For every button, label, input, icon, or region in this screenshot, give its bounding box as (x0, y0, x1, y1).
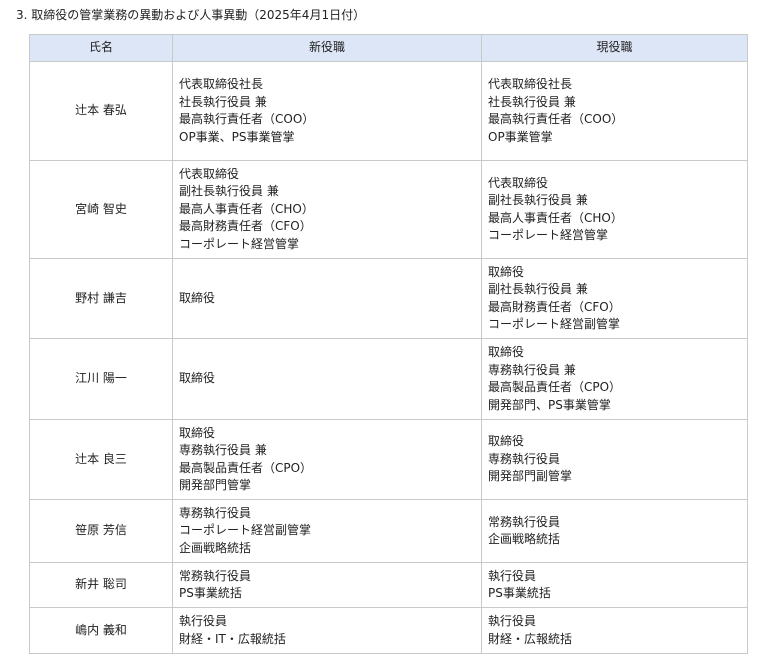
header-new-position: 新役職 (172, 34, 482, 62)
table-row: 辻本 春弘 代表取締役社長 社長執行役員 兼最高執行責任者（COO） OP事業、PS事… (29, 61, 748, 161)
position-line: 企画戦略統括 (488, 532, 561, 546)
position-line: 常務執行役員 (179, 568, 252, 583)
position-line: 取締役 (488, 434, 525, 449)
position-line: コーポレート経営管掌 (488, 228, 609, 242)
position-line: コーポレート経営管掌 (179, 236, 300, 251)
position-line: 代表取締役社長 (179, 77, 264, 91)
new-position-cell: 常務執行役員 PS事業統括 (172, 562, 482, 608)
table-row: 笹原 芳信 専務執行役員 コーポレート経営副管掌 企画戦略統括 常務執行役員 企画戦略統括 (29, 499, 748, 563)
position-line: 代表取締役 (179, 166, 240, 181)
position-line: 開発部門管掌 (179, 478, 252, 492)
position-line: 取締役 (488, 264, 525, 279)
person-name: 宮崎 智史 (29, 160, 173, 259)
table-row: 宮崎 智史 代表取締役 副社長執行役員 兼最高人事責任者（CHO） 最高財務責任者（C… (29, 160, 748, 259)
current-position-cell: 代表取締役社長 社長執行役員 兼最高執行責任者（COO） OP事業管掌 (481, 61, 748, 161)
position-line: 社長執行役員 兼 (179, 94, 267, 109)
person-name: 新井 聡司 (29, 562, 173, 608)
position-line: PS事業統括 (179, 586, 242, 600)
position-line: 企画戦略統括 (179, 540, 252, 555)
table-row: 新井 聡司 常務執行役員 PS事業統括 執行役員 PS事業統括 (29, 562, 748, 608)
position-line: コーポレート経営副管掌 (179, 523, 312, 538)
table-row: 嶋内 義和 執行役員 財経・IT・広報統括 執行役員 財経・広報統括 (29, 607, 748, 654)
current-position-cell: 代表取締役副社長執行役員 兼最高人事責任者（CHO） コーポレート経営管掌 (481, 160, 748, 259)
position-line: 取締役 (488, 345, 525, 359)
header-current-position: 現役職 (481, 34, 748, 62)
position-line: 最高製品責任者（CPO） (488, 380, 622, 394)
position-line: 最高財務責任者（CFO） (488, 299, 621, 314)
current-position-cell: 取締役副社長執行役員 兼最高財務責任者（CFO） コーポレート経営副管掌 (481, 258, 748, 339)
position-line: 執行役員 (488, 568, 537, 583)
position-line: 副社長執行役員 兼 (488, 282, 588, 296)
position-line: OP事業管掌 (488, 129, 553, 144)
position-line: 最高執行責任者（COO） (179, 112, 315, 126)
new-position-cell: 取締役 (172, 258, 482, 339)
position-line: コーポレート経営副管掌 (488, 317, 621, 331)
current-position-cell: 取締役専務執行役員 開発部門副管掌 (481, 419, 748, 500)
person-name: 辻本 良三 (29, 419, 173, 500)
person-name: 野村 謙吉 (29, 258, 173, 339)
position-line: 執行役員 (488, 614, 537, 628)
person-name: 辻本 春弘 (29, 61, 173, 161)
current-position-cell: 執行役員 PS事業統括 (481, 562, 748, 608)
current-position-cell: 執行役員財経・広報統括 (481, 607, 748, 654)
header-name: 氏名 (29, 34, 173, 62)
new-position-cell: 代表取締役社長 社長執行役員 兼最高執行責任者（COO） OP事業、PS事業管掌 (172, 61, 482, 161)
position-line: 取締役 (179, 290, 216, 305)
position-line: OP事業、PS事業管掌 (179, 129, 295, 144)
position-line: 執行役員 (179, 614, 228, 628)
position-line: 専務執行役員 (488, 451, 561, 466)
table-row: 江川 陽一 取締役 取締役 専務執行役員 兼最高製品責任者（CPO） 開発部門、PS事業… (29, 338, 748, 420)
new-position-cell: 専務執行役員コーポレート経営副管掌 企画戦略統括 (172, 499, 482, 563)
current-position-cell: 常務執行役員 企画戦略統括 (481, 499, 748, 563)
position-line: 財経・IT・広報統括 (179, 631, 286, 646)
table-row: 野村 謙吉 取締役 取締役 副社長執行役員 兼最高財務責任者（CFO） コーポレート経営… (29, 258, 748, 339)
position-line: 最高製品責任者（CPO） (179, 460, 313, 475)
position-line: 専務執行役員 兼 (179, 443, 267, 457)
position-line: 専務執行役員 兼 (488, 362, 576, 377)
person-name: 嶋内 義和 (29, 607, 173, 654)
table-header-row: 氏名 新役職 現役職 (29, 34, 748, 62)
position-line: 開発部門、PS事業管掌 (488, 397, 611, 412)
new-position-cell: 取締役専務執行役員 兼最高製品責任者（CPO） 開発部門管掌 (172, 419, 482, 500)
position-line: 専務執行役員 (179, 505, 252, 520)
person-name: 江川 陽一 (29, 338, 173, 420)
new-position-cell: 執行役員財経・IT・広報統括 (172, 607, 482, 654)
section-heading: 3. 取締役の管掌業務の異動および人事異動（2025年4月1日付） (16, 8, 366, 22)
table-row: 辻本 良三 取締役 専務執行役員 兼最高製品責任者（CPO） 開発部門管掌 取締役 専務執… (29, 419, 748, 500)
position-line: 副社長執行役員 兼 (179, 184, 279, 199)
position-line: PS事業統括 (488, 586, 551, 600)
person-name: 笹原 芳信 (29, 499, 173, 563)
position-line: 最高人事責任者（CHO） (179, 201, 314, 216)
position-line: 最高人事責任者（CHO） (488, 210, 623, 225)
current-position-cell: 取締役専務執行役員 兼最高製品責任者（CPO） 開発部門、PS事業管掌 (481, 338, 748, 420)
position-line: 常務執行役員 (488, 514, 561, 529)
new-position-cell: 取締役 (172, 338, 482, 420)
position-line: 取締役 (179, 371, 216, 386)
personnel-table: 氏名 新役職 現役職 辻本 春弘 代表取締役社長 社長執行役員 兼最高執行責任者（C… (29, 34, 748, 654)
position-line: 最高執行責任者（COO） (488, 112, 624, 126)
position-line: 取締役 (179, 425, 216, 440)
position-line: 副社長執行役員 兼 (488, 193, 588, 207)
position-line: 代表取締役 (488, 175, 549, 190)
position-line: 財経・広報統括 (488, 631, 573, 646)
position-line: 社長執行役員 兼 (488, 94, 576, 109)
position-line: 代表取締役社長 (488, 77, 573, 91)
position-line: 最高財務責任者（CFO） (179, 219, 312, 234)
position-line: 開発部門副管掌 (488, 469, 573, 484)
new-position-cell: 代表取締役副社長執行役員 兼最高人事責任者（CHO） 最高財務責任者（CFO） コー… (172, 160, 482, 259)
table-body: 辻本 春弘 代表取締役社長 社長執行役員 兼最高執行責任者（COO） OP事業、PS事… (29, 61, 748, 654)
